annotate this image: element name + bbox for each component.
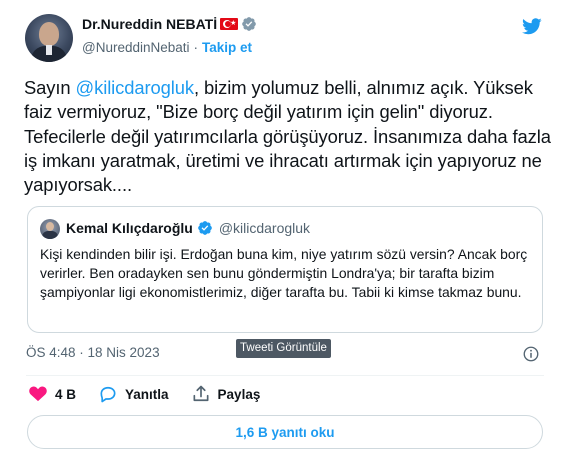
quoted-author-avatar	[40, 219, 60, 239]
author-handle[interactable]: @NureddinNebati	[82, 40, 190, 55]
share-label: Paylaş	[217, 386, 261, 402]
reply-label: Yanıtla	[125, 386, 169, 402]
tweet-card: Dr.Nureddin NEBATİ ★ @NureddinNebati · T…	[0, 0, 560, 451]
mention-link[interactable]: @kilicdarogluk	[76, 77, 195, 98]
avatar-shirt	[46, 45, 52, 55]
author-name[interactable]: Dr.Nureddin NEBATİ	[82, 16, 217, 32]
turkish-flag-icon: ★	[220, 18, 239, 30]
share-button[interactable]: Paylaş	[191, 384, 261, 404]
quoted-avatar-suit	[42, 231, 58, 239]
heart-icon	[29, 386, 47, 402]
separator-dot: ·	[193, 40, 199, 55]
reply-icon	[100, 386, 116, 403]
author-avatar[interactable]	[25, 14, 73, 62]
quoted-header: Kemal Kılıçdaroğlu @kilicdarogluk	[66, 220, 310, 236]
action-bar: 4 B Yanıtla Paylaş	[28, 384, 282, 404]
reply-button[interactable]: Yanıtla	[98, 384, 169, 404]
author-handle-row: @NureddinNebati · Takip et	[82, 40, 252, 55]
view-tweet-tooltip: Tweeti Görüntüle	[236, 339, 331, 358]
avatar-face	[39, 22, 59, 46]
quoted-author-handle: @kilicdarogluk	[218, 220, 311, 236]
share-icon	[193, 385, 209, 402]
info-icon[interactable]	[522, 345, 540, 363]
tweet-timestamp[interactable]: ÖS 4:48 · 18 Nis 2023	[26, 345, 160, 360]
tweet-text-start: Sayın	[24, 77, 76, 98]
like-button[interactable]: 4 B	[28, 384, 76, 404]
read-replies-button[interactable]: 1,6 B yanıtı oku	[27, 415, 543, 449]
quoted-author-name: Kemal Kılıçdaroğlu	[66, 220, 193, 236]
like-count: 4 B	[55, 386, 77, 402]
verified-badge-icon	[242, 17, 256, 31]
author-name-row[interactable]: Dr.Nureddin NEBATİ ★	[82, 16, 257, 32]
quoted-tweet-text: Kişi kendinden bilir işi. Erdoğan buna k…	[40, 246, 528, 300]
divider	[26, 375, 544, 376]
twitter-bird-icon[interactable]	[520, 16, 544, 36]
verified-badge-icon	[197, 221, 212, 235]
follow-button[interactable]: Takip et	[202, 40, 252, 55]
quoted-tweet[interactable]: Kemal Kılıçdaroğlu @kilicdarogluk Kişi k…	[27, 206, 543, 333]
tweet-text: Sayın @kilicdarogluk, bizim yolumuz bell…	[24, 76, 554, 197]
quoted-avatar-face	[46, 222, 54, 231]
